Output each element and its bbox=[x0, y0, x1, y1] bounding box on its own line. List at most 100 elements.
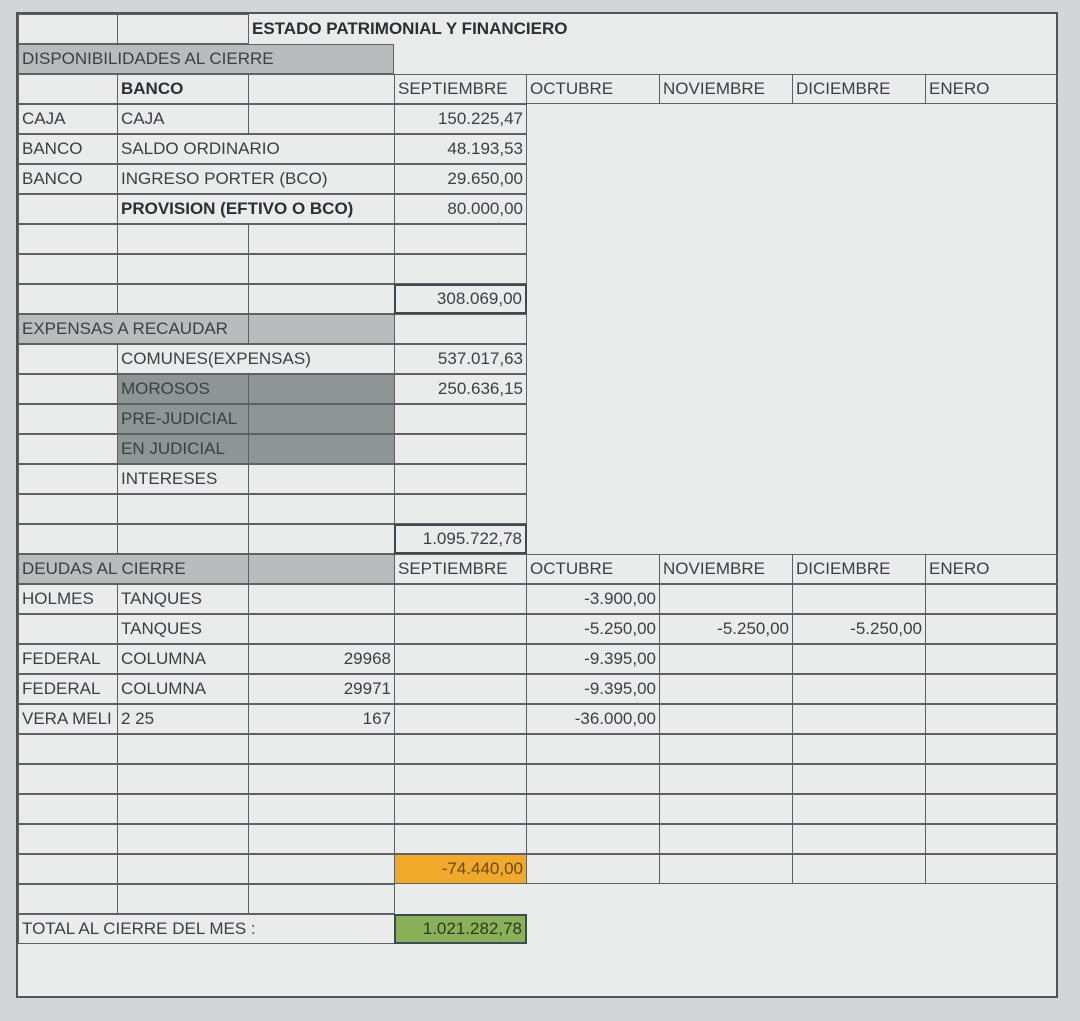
cell[interactable] bbox=[792, 764, 926, 794]
month-header[interactable]: SEPTIEMBRE bbox=[394, 74, 527, 104]
value-septiembre[interactable] bbox=[394, 644, 527, 674]
cell[interactable] bbox=[18, 434, 118, 464]
value-octubre[interactable]: -36.000,00 bbox=[526, 704, 660, 734]
value-enero[interactable] bbox=[925, 584, 1058, 614]
cell[interactable] bbox=[925, 794, 1058, 824]
value-septiembre[interactable]: 48.193,53 bbox=[394, 134, 527, 164]
cell[interactable] bbox=[394, 764, 527, 794]
cell[interactable] bbox=[925, 854, 1058, 884]
cell[interactable] bbox=[394, 224, 527, 254]
cell[interactable] bbox=[248, 404, 395, 434]
row-type[interactable]: CAJA bbox=[18, 104, 118, 134]
cell[interactable] bbox=[248, 794, 395, 824]
value-octubre[interactable]: -3.900,00 bbox=[526, 584, 660, 614]
month-header[interactable]: DICIEMBRE bbox=[792, 554, 926, 584]
row-concept[interactable]: INTERESES bbox=[117, 464, 249, 494]
cell[interactable] bbox=[925, 764, 1058, 794]
row-concept[interactable]: MOROSOS bbox=[117, 374, 249, 404]
row-concept[interactable]: 2 25 bbox=[117, 704, 249, 734]
row-ref[interactable]: 29968 bbox=[248, 644, 395, 674]
row-type[interactable]: BANCO bbox=[18, 134, 118, 164]
month-header[interactable]: NOVIEMBRE bbox=[659, 554, 793, 584]
cell[interactable] bbox=[18, 764, 118, 794]
cell[interactable] bbox=[18, 494, 118, 524]
cell[interactable] bbox=[18, 524, 118, 554]
value-septiembre[interactable]: 29.650,00 bbox=[394, 164, 527, 194]
subheader-banco[interactable]: BANCO bbox=[117, 74, 249, 104]
value-enero[interactable] bbox=[925, 674, 1058, 704]
row-concept[interactable]: PROVISION (EFTIVO O BCO) bbox=[117, 194, 395, 224]
row-ref[interactable] bbox=[248, 584, 395, 614]
cell[interactable] bbox=[526, 734, 660, 764]
total-disponibilidades[interactable]: 308.069,00 bbox=[394, 284, 527, 314]
cell[interactable] bbox=[117, 524, 249, 554]
cell[interactable] bbox=[248, 254, 395, 284]
cell[interactable] bbox=[18, 824, 118, 854]
value-noviembre[interactable] bbox=[659, 704, 793, 734]
value-octubre[interactable]: -5.250,00 bbox=[526, 614, 660, 644]
cell[interactable] bbox=[248, 824, 395, 854]
cell[interactable] bbox=[248, 434, 395, 464]
value-septiembre[interactable]: 150.225,47 bbox=[394, 104, 527, 134]
month-header[interactable]: OCTUBRE bbox=[526, 554, 660, 584]
cell[interactable] bbox=[792, 734, 926, 764]
row-ref[interactable] bbox=[248, 614, 395, 644]
cell[interactable] bbox=[18, 734, 118, 764]
cell[interactable] bbox=[117, 794, 249, 824]
cell[interactable] bbox=[248, 464, 395, 494]
row-type[interactable]: BANCO bbox=[18, 164, 118, 194]
month-header[interactable]: ENERO bbox=[925, 74, 1058, 104]
cell[interactable] bbox=[18, 404, 118, 434]
row-type[interactable]: HOLMES bbox=[18, 584, 118, 614]
cell[interactable] bbox=[248, 104, 395, 134]
row-concept[interactable]: COLUMNA bbox=[117, 674, 249, 704]
row-type[interactable]: VERA MELI bbox=[18, 704, 118, 734]
cell[interactable] bbox=[526, 854, 660, 884]
row-concept[interactable]: CAJA bbox=[117, 104, 249, 134]
value-septiembre[interactable]: 80.000,00 bbox=[394, 194, 527, 224]
cell[interactable] bbox=[18, 284, 118, 314]
cell[interactable] bbox=[792, 854, 926, 884]
row-type[interactable] bbox=[18, 194, 118, 224]
value-enero[interactable] bbox=[925, 644, 1058, 674]
cell[interactable] bbox=[117, 764, 249, 794]
cell[interactable] bbox=[18, 794, 118, 824]
cell[interactable] bbox=[792, 824, 926, 854]
row-concept[interactable]: TANQUES bbox=[117, 614, 249, 644]
value-diciembre[interactable]: -5.250,00 bbox=[792, 614, 926, 644]
cell[interactable] bbox=[659, 764, 793, 794]
cell[interactable] bbox=[659, 824, 793, 854]
row-concept[interactable]: COMUNES(EXPENSAS) bbox=[117, 344, 395, 374]
cell[interactable] bbox=[117, 734, 249, 764]
cell[interactable] bbox=[925, 824, 1058, 854]
cell[interactable] bbox=[117, 824, 249, 854]
cell[interactable] bbox=[18, 884, 118, 914]
section-header-deudas[interactable]: DEUDAS AL CIERRE bbox=[18, 554, 249, 584]
cell[interactable] bbox=[659, 794, 793, 824]
value-enero[interactable] bbox=[925, 614, 1058, 644]
cell[interactable] bbox=[117, 494, 249, 524]
row-ref[interactable]: 167 bbox=[248, 704, 395, 734]
month-header[interactable]: ENERO bbox=[925, 554, 1058, 584]
cell[interactable] bbox=[526, 824, 660, 854]
row-type[interactable]: FEDERAL bbox=[18, 674, 118, 704]
value-diciembre[interactable] bbox=[792, 584, 926, 614]
row-type[interactable] bbox=[18, 614, 118, 644]
row-concept[interactable]: COLUMNA bbox=[117, 644, 249, 674]
row-concept[interactable]: TANQUES bbox=[117, 584, 249, 614]
row-type[interactable]: FEDERAL bbox=[18, 644, 118, 674]
row-concept[interactable]: PRE-JUDICIAL bbox=[117, 404, 249, 434]
cell[interactable] bbox=[18, 14, 118, 44]
cell[interactable] bbox=[659, 734, 793, 764]
month-header[interactable]: NOVIEMBRE bbox=[659, 74, 793, 104]
cell[interactable] bbox=[248, 854, 395, 884]
value-noviembre[interactable] bbox=[659, 644, 793, 674]
value-diciembre[interactable] bbox=[792, 674, 926, 704]
cell[interactable] bbox=[248, 314, 395, 344]
value-septiembre[interactable] bbox=[394, 704, 527, 734]
month-header[interactable]: DICIEMBRE bbox=[792, 74, 926, 104]
row-concept[interactable]: INGRESO PORTER (BCO) bbox=[117, 164, 395, 194]
cell[interactable] bbox=[248, 734, 395, 764]
cell[interactable] bbox=[248, 374, 395, 404]
cell[interactable] bbox=[526, 764, 660, 794]
